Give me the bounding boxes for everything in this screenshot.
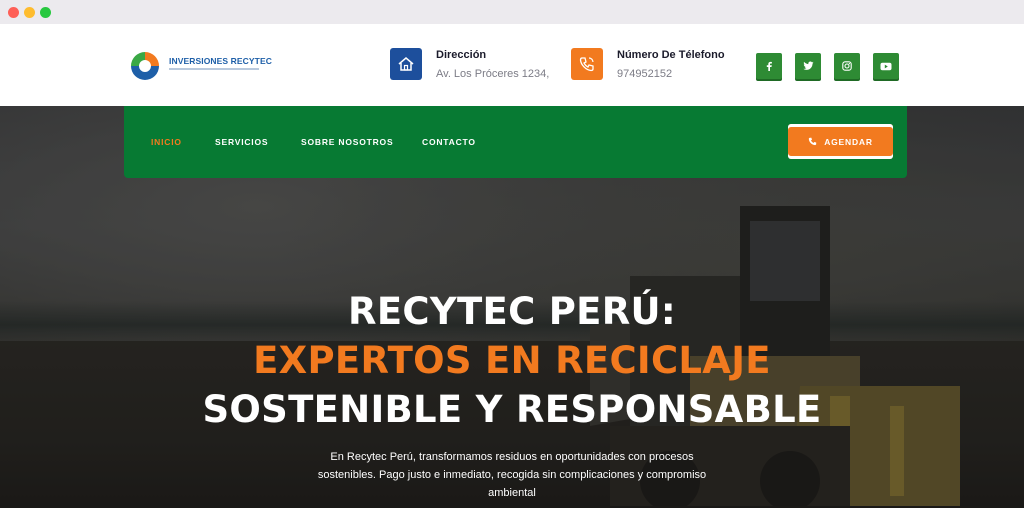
- facebook-icon: [766, 61, 772, 71]
- instagram-icon: [842, 61, 852, 71]
- home-icon: [390, 48, 422, 80]
- agendar-button[interactable]: AGENDAR: [788, 124, 893, 159]
- facebook-link[interactable]: [756, 53, 782, 79]
- nav-item-contacto[interactable]: CONTACTO: [422, 137, 476, 147]
- hero-heading-line-3: SOSTENIBLE Y RESPONSABLE: [202, 388, 822, 431]
- phone-title: Número De Télefono: [617, 49, 725, 61]
- close-window-button[interactable]: [8, 7, 19, 18]
- youtube-link[interactable]: [873, 53, 899, 79]
- hero-description: En Recytec Perú, transformamos residuos …: [317, 451, 707, 499]
- twitter-icon: [802, 61, 813, 70]
- brand-name: INVERSIONES RECYTEC: [169, 56, 272, 66]
- nav-item-sobre-nosotros[interactable]: SOBRE NOSOTROS: [301, 137, 393, 147]
- window-titlebar: [0, 0, 1024, 24]
- maximize-window-button[interactable]: [40, 7, 51, 18]
- twitter-link[interactable]: [795, 53, 821, 79]
- youtube-icon: [880, 62, 892, 70]
- nav-item-servicios[interactable]: SERVICIOS: [215, 137, 268, 147]
- browser-window: INVERSIONES RECYTEC Dirección Av. Los Pr…: [0, 0, 1024, 508]
- hero-heading-line-2: EXPERTOS EN RECICLAJE: [253, 339, 771, 382]
- address-value: Av. Los Próceres 1234,: [436, 68, 550, 80]
- site-logo[interactable]: INVERSIONES RECYTEC: [127, 48, 272, 88]
- minimize-window-button[interactable]: [24, 7, 35, 18]
- agendar-label: AGENDAR: [824, 136, 873, 147]
- brand-tagline-line: [169, 68, 259, 70]
- phone-value[interactable]: 974952152: [617, 68, 672, 80]
- instagram-link[interactable]: [834, 53, 860, 79]
- phone-icon: [571, 48, 603, 80]
- address-title: Dirección: [436, 49, 487, 61]
- main-navigation: INICIO SERVICIOS SOBRE NOSOTROS CONTACTO…: [124, 106, 907, 178]
- phone-icon: [809, 137, 817, 146]
- hero-heading-line-1: RECYTEC PERÚ:: [348, 290, 676, 333]
- nav-item-inicio[interactable]: INICIO: [151, 137, 182, 147]
- recycle-logo-icon: [131, 52, 159, 80]
